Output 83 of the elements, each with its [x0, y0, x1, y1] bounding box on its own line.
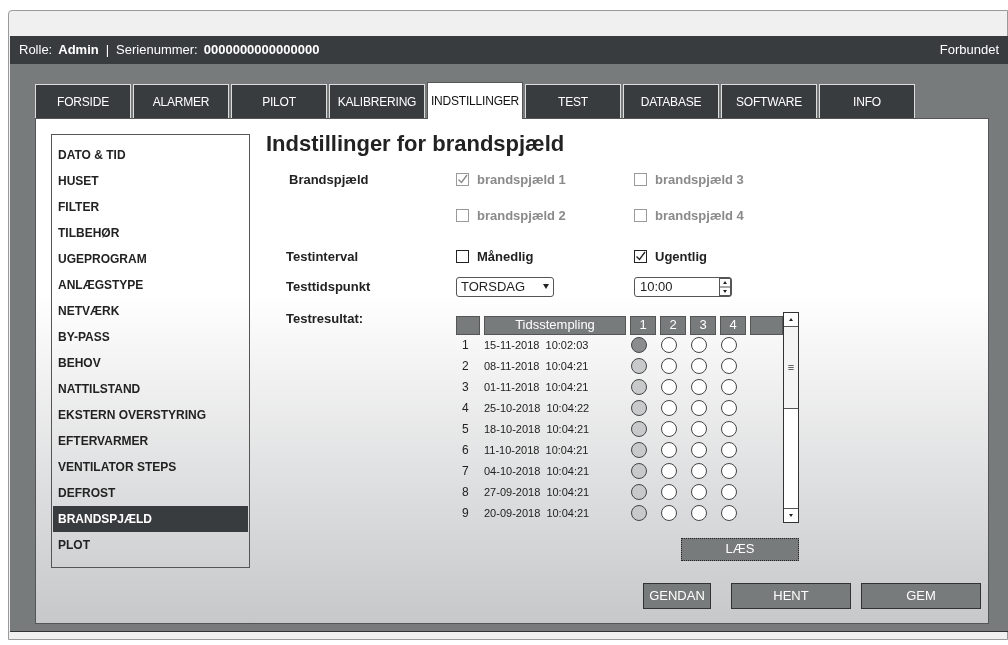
checkmark-icon: [635, 251, 646, 263]
role-label: Rolle:: [19, 41, 53, 60]
tab[interactable]: PILOT: [231, 84, 327, 118]
checkbox[interactable]: [634, 250, 647, 264]
serial-value: 0000000000000000: [203, 41, 320, 60]
day-dropdown[interactable]: TORSDAG: [456, 276, 554, 297]
tab[interactable]: FORSIDE: [35, 84, 131, 118]
tab[interactable]: INFO: [819, 84, 915, 118]
column-header: [750, 315, 783, 335]
checkbox-label: brandspjæld 1: [477, 171, 566, 189]
tab[interactable]: INDSTILLINGER: [427, 82, 523, 119]
column-header: 1: [630, 315, 656, 335]
checkbox-label: Månedlig: [477, 248, 534, 266]
timestamp-cell-text: 08-11-2018 10:04:21: [484, 358, 590, 374]
row-number: 4: [461, 400, 470, 417]
sidebar-item[interactable]: PLOT: [53, 532, 248, 558]
action-button[interactable]: GEM: [861, 582, 981, 609]
timestamp-cell-text: 15-11-2018 10:02:03: [484, 337, 590, 353]
sidebar-item[interactable]: DEFROST: [53, 480, 248, 506]
row-number: 3: [461, 379, 470, 396]
action-button[interactable]: GENDAN: [643, 582, 711, 609]
connection-status: Forbundet: [939, 41, 999, 60]
field-label: Testtidspunkt: [285, 277, 372, 296]
sidebar-item[interactable]: ANLÆGSTYPE: [53, 272, 248, 298]
row-number: 7: [461, 463, 470, 480]
column-header: 3: [690, 315, 716, 335]
checkbox-label: Ugentlig: [655, 248, 707, 266]
row-number: 2: [461, 358, 470, 375]
tab[interactable]: TEST: [525, 84, 621, 118]
timestamp-cell-text: 04-10-2018 10:04:21: [484, 463, 591, 479]
checkbox-label: brandspjæld 3: [655, 171, 744, 189]
tab[interactable]: SOFTWARE: [721, 84, 817, 118]
column-header: 4: [720, 315, 746, 335]
up-arrow-icon: [789, 317, 793, 321]
spin-arrows-icon: [719, 277, 731, 296]
sidebar-item[interactable]: HUSET: [53, 168, 248, 194]
sidebar-item[interactable]: BY-PASS: [53, 324, 248, 350]
timestamp-cell-text: 27-09-2018 10:04:21: [484, 484, 591, 500]
checkbox-label: brandspjæld 4: [655, 206, 744, 225]
role-value: Admin: [58, 41, 99, 60]
sidebar-item[interactable]: DATO & TID: [53, 142, 248, 168]
sidebar-item[interactable]: UGEPROGRAM: [53, 246, 248, 272]
sidebar-item[interactable]: EFTERVARMER: [53, 428, 248, 454]
timestamp-cell-text: 18-10-2018 10:04:21: [484, 421, 591, 437]
row-number: 8: [461, 484, 470, 501]
sidebar-item[interactable]: BEHOV: [53, 350, 248, 376]
tab[interactable]: DATABASE: [623, 84, 719, 118]
timestamp-cell-text: 20-09-2018 10:04:21: [484, 505, 591, 521]
sidebar-item[interactable]: VENTILATOR STEPS: [53, 454, 248, 480]
row-number: 5: [461, 421, 470, 438]
row-number: 6: [461, 442, 470, 459]
row-number: 1: [461, 337, 470, 354]
time-spinbox[interactable]: 10:00: [634, 276, 732, 297]
dropdown-arrow-icon: [543, 284, 549, 289]
sidebar-item[interactable]: FILTER: [53, 194, 248, 220]
action-button[interactable]: HENT: [731, 582, 851, 609]
read-button[interactable]: LÆS: [681, 537, 799, 561]
column-header: [456, 315, 480, 335]
field-label: Testresultat:: [285, 309, 365, 328]
separator: |: [105, 41, 110, 60]
checkbox[interactable]: [456, 250, 469, 264]
checkmark-icon: [457, 174, 468, 186]
row-number: 9: [461, 505, 470, 522]
column-header: Tidsstempling: [484, 315, 626, 335]
scrollbar[interactable]: ≡: [783, 311, 799, 523]
sidebar-item[interactable]: NATTILSTAND: [53, 376, 248, 402]
column-header: 2: [660, 315, 686, 335]
sidebar-item[interactable]: NETVÆRK: [53, 298, 248, 324]
down-arrow-icon: [789, 513, 793, 517]
tab[interactable]: KALIBRERING: [329, 84, 425, 118]
timestamp-cell-text: 01-11-2018 10:04:21: [484, 379, 590, 395]
sidebar-item[interactable]: EKSTERN OVERSTYRING: [53, 402, 248, 428]
checkbox-label: brandspjæld 2: [477, 206, 566, 225]
page-title: Indstillinger for brandspjæld: [266, 130, 566, 158]
scroll-thumb[interactable]: ≡: [784, 326, 798, 409]
timestamp-cell-text: 25-10-2018 10:04:22: [484, 400, 591, 416]
sidebar-item[interactable]: BRANDSPJÆLD: [53, 506, 248, 532]
field-label: Brandspjæld: [288, 171, 370, 189]
serial-label: Serienummer:: [116, 41, 198, 60]
sidebar-item[interactable]: TILBEHØR: [53, 220, 248, 246]
tab[interactable]: ALARMER: [133, 84, 229, 118]
timestamp-cell-text: 11-10-2018 10:04:21: [484, 442, 590, 458]
field-label: Testinterval: [285, 248, 359, 266]
